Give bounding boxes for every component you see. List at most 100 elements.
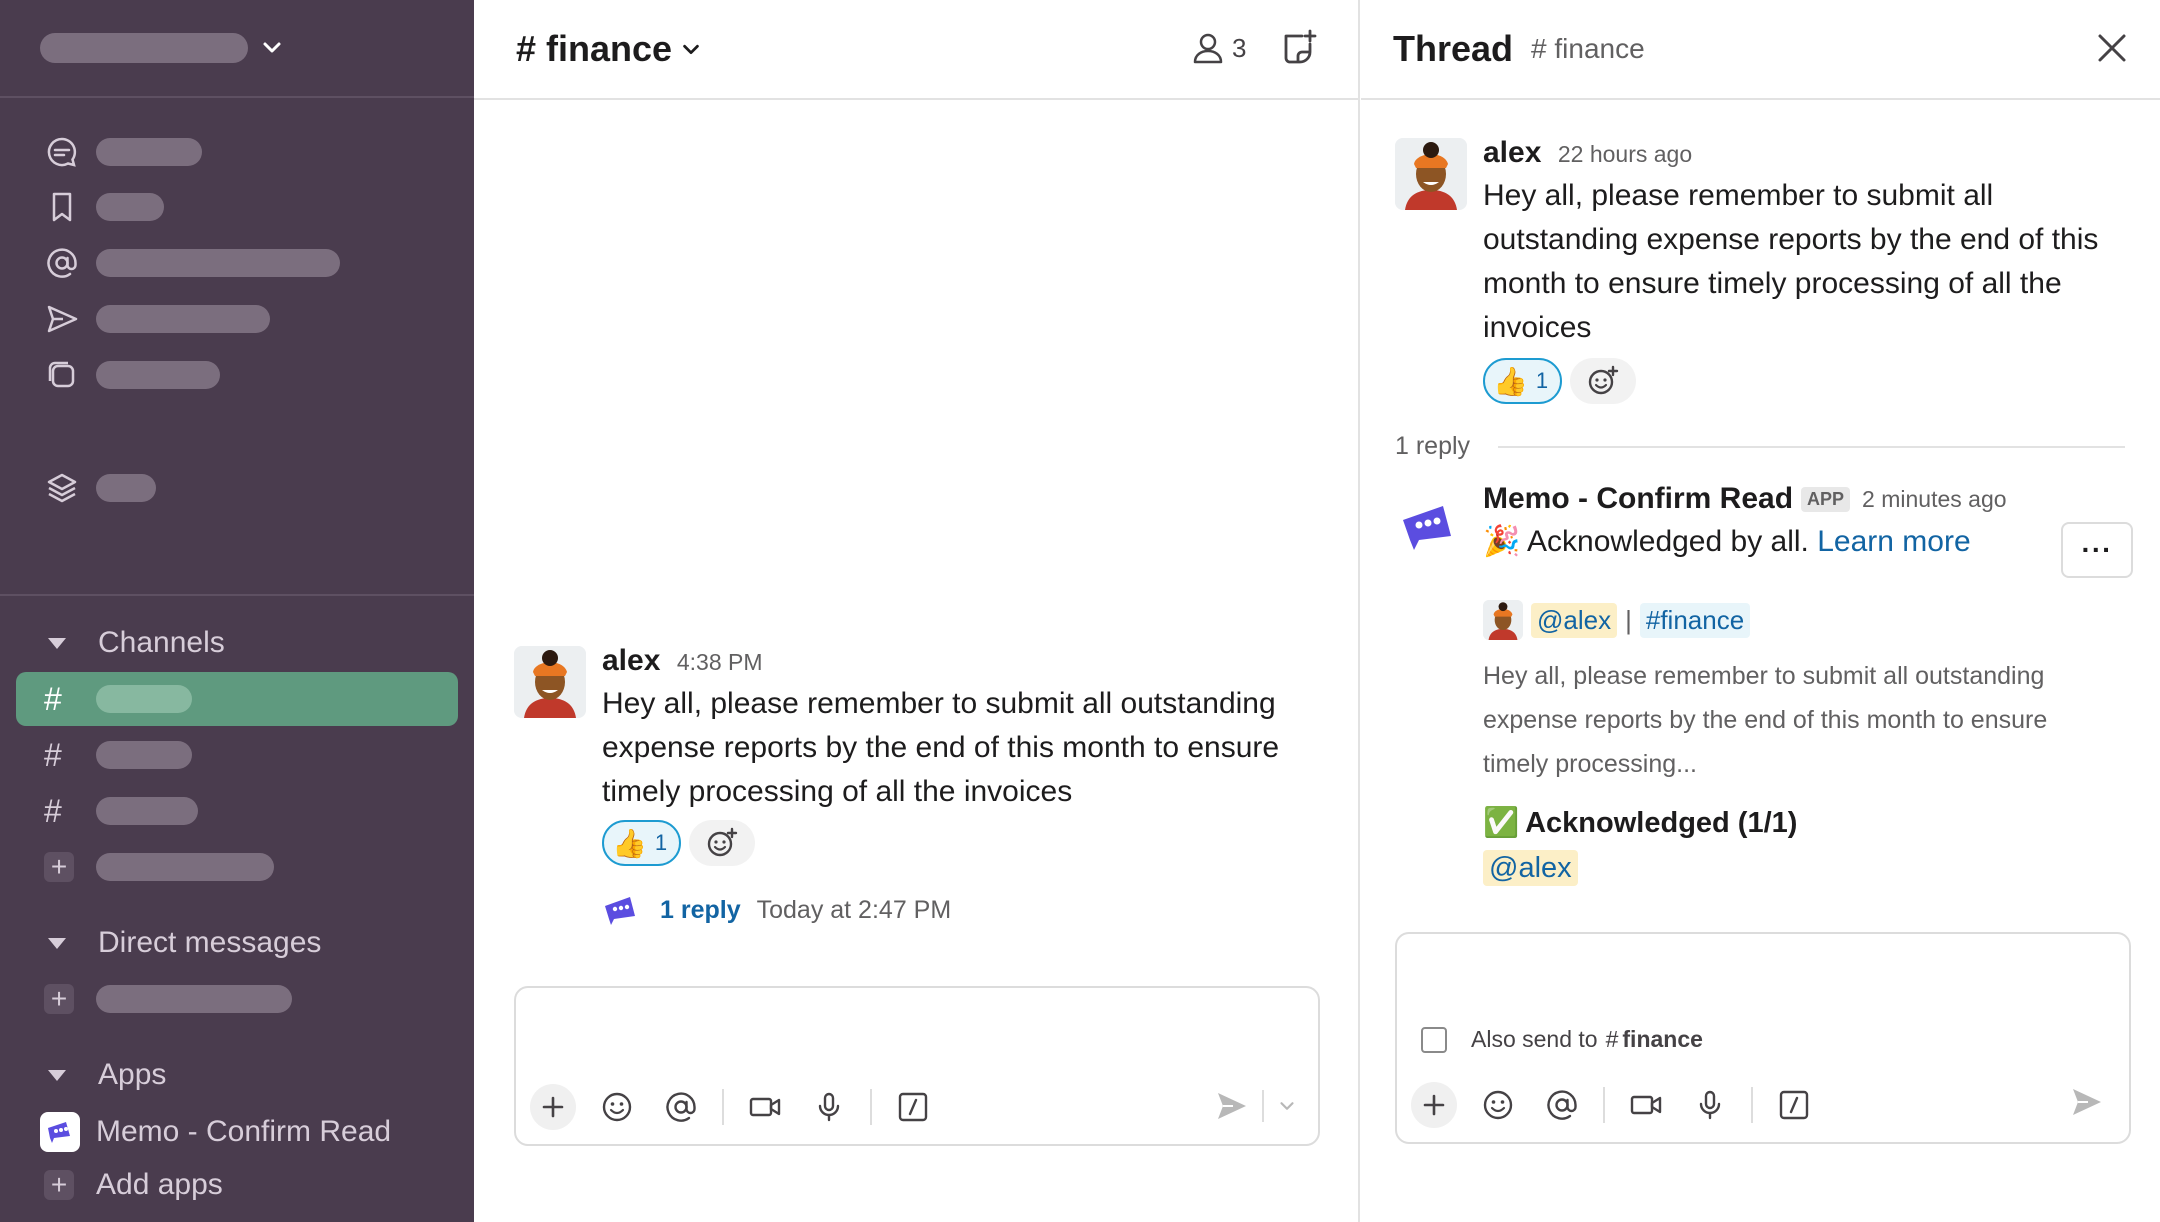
hash-icon: #	[44, 792, 62, 829]
add-channel-button[interactable]: +	[16, 840, 458, 894]
video-button[interactable]	[742, 1084, 788, 1130]
thread-channel-link[interactable]: # finance	[1531, 33, 1645, 65]
audio-button[interactable]	[806, 1084, 852, 1130]
message-sender[interactable]: alex	[1483, 136, 1541, 169]
threads-icon	[47, 137, 77, 167]
add-emoji-icon	[1588, 365, 1619, 395]
close-icon[interactable]	[2094, 30, 2130, 66]
memo-app-avatar[interactable]	[1395, 492, 1467, 564]
also-send-checkbox[interactable]	[1421, 1026, 1447, 1053]
add-apps-button[interactable]: + Add apps	[40, 1168, 223, 1202]
at-sign-icon	[1547, 1090, 1577, 1120]
shortcuts-button[interactable]	[1771, 1082, 1817, 1128]
nav-label-placeholder	[96, 474, 156, 502]
composer-toolbar	[1411, 1082, 1835, 1128]
nav-label-placeholder	[96, 193, 164, 221]
sidebar: Channels # # # + Direct messages + Apps …	[0, 0, 474, 1222]
sidebar-channel[interactable]: #	[16, 784, 458, 838]
toolbar-separator	[1603, 1087, 1605, 1123]
message-time[interactable]: 2 minutes ago	[1862, 486, 2006, 513]
members-button[interactable]: 3	[1190, 30, 1246, 66]
avatar[interactable]	[514, 646, 586, 718]
message-text: Hey all, please remember to submit all o…	[1483, 179, 2099, 344]
nav-drafts[interactable]	[44, 355, 220, 395]
learn-more-link[interactable]: Learn more	[1817, 525, 1970, 558]
sidebar-channel-active[interactable]: #	[16, 672, 458, 726]
nav-mentions[interactable]	[44, 243, 340, 283]
channels-section-label: Channels	[98, 626, 225, 659]
add-reaction-button[interactable]	[1570, 358, 1637, 404]
attach-button[interactable]	[530, 1084, 576, 1130]
send-icon[interactable]	[1214, 1088, 1250, 1124]
message-sender[interactable]: Memo - Confirm Read	[1483, 482, 1793, 516]
message-time[interactable]: 22 hours ago	[1558, 141, 1692, 167]
dm-section-header[interactable]: Direct messages	[48, 926, 321, 960]
nav-threads[interactable]	[44, 132, 202, 172]
plus-icon	[1423, 1094, 1445, 1116]
channel-title-button[interactable]: # finance	[516, 28, 702, 70]
plus-icon: +	[44, 1170, 74, 1200]
reply-count-link[interactable]: 1 reply	[660, 896, 741, 925]
plus-icon: +	[44, 852, 74, 882]
send-separator	[1262, 1090, 1264, 1122]
workspace-switcher[interactable]	[0, 0, 474, 98]
attach-button[interactable]	[1411, 1082, 1457, 1128]
reaction-thumbs-up[interactable]: 👍 1	[1483, 358, 1563, 404]
message-composer[interactable]	[514, 986, 1320, 1146]
avatar	[1483, 600, 1523, 640]
caret-down-icon	[48, 637, 66, 649]
also-send-option[interactable]: Also send to # finance	[1421, 1026, 1703, 1053]
mention-button[interactable]	[1539, 1082, 1585, 1128]
files-icon	[48, 361, 75, 388]
nav-more[interactable]	[44, 468, 156, 508]
chevron-down-icon	[263, 42, 281, 53]
nav-label-placeholder	[96, 361, 220, 389]
avatar[interactable]	[1395, 138, 1467, 210]
ack-user-row: @alex	[1483, 850, 1578, 886]
thread-composer[interactable]: Also send to # finance	[1395, 932, 2131, 1144]
user-mention[interactable]: @alex	[1531, 602, 1618, 638]
check-mark-icon: ✅	[1483, 807, 1520, 839]
audio-button[interactable]	[1687, 1082, 1733, 1128]
mention-button[interactable]	[658, 1084, 704, 1130]
sidebar-app-memo[interactable]: Memo - Confirm Read	[40, 1112, 391, 1152]
chevron-down-icon[interactable]	[1276, 1095, 1298, 1117]
nav-label-placeholder	[96, 138, 202, 166]
message-time[interactable]: 4:38 PM	[677, 649, 763, 675]
canvas-icon[interactable]	[1278, 28, 1318, 68]
reaction-thumbs-up[interactable]: 👍 1	[602, 820, 682, 866]
reaction-bar: 👍 1	[602, 820, 756, 866]
message-sender[interactable]: alex	[602, 644, 660, 677]
more-actions-button[interactable]: ···	[2061, 522, 2133, 578]
separator: |	[1625, 604, 1632, 635]
thread-summary[interactable]: 1 reply Today at 2:47 PM	[602, 892, 951, 928]
channel-mention[interactable]: #finance	[1639, 602, 1751, 638]
add-dm-button[interactable]: +	[16, 972, 458, 1026]
nav-saved[interactable]	[44, 187, 164, 227]
emoji-button[interactable]	[1475, 1082, 1521, 1128]
channel-name-placeholder	[96, 741, 192, 769]
emoji-button[interactable]	[594, 1084, 640, 1130]
plus-icon: +	[44, 984, 74, 1014]
thread-title: Thread	[1393, 28, 1514, 69]
user-mention[interactable]: @alex	[1483, 850, 1578, 886]
at-sign-icon	[47, 248, 77, 278]
apps-section-header[interactable]: Apps	[48, 1058, 166, 1092]
shortcuts-button[interactable]	[890, 1084, 936, 1130]
thumbs-up-icon: 👍	[1493, 365, 1528, 397]
video-camera-icon	[749, 1097, 781, 1117]
sidebar-channel[interactable]: #	[16, 728, 458, 782]
channels-section-header[interactable]: Channels	[48, 626, 225, 660]
member-count: 3	[1232, 32, 1247, 63]
bookmark-icon	[52, 192, 72, 222]
app-badge: APP	[1801, 486, 1851, 512]
nav-label-placeholder	[96, 249, 340, 277]
slash-command-icon	[1779, 1090, 1809, 1120]
add-reaction-button[interactable]	[689, 820, 756, 866]
send-icon[interactable]	[2069, 1084, 2105, 1120]
nav-label-placeholder	[96, 305, 270, 333]
nav-sent[interactable]	[44, 299, 270, 339]
thread-header: Thread # finance	[1361, 0, 2160, 100]
video-button[interactable]	[1623, 1082, 1669, 1128]
reaction-bar: 👍 1	[1483, 358, 1637, 404]
